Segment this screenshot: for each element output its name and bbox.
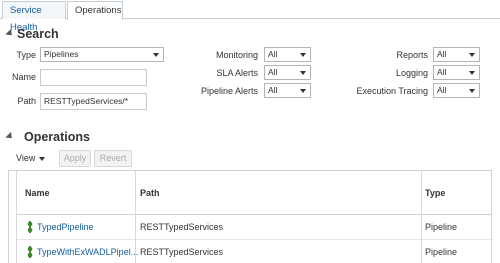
type-label: Type (16, 50, 36, 60)
tab-bar: Service Health Operations (0, 0, 500, 33)
chevron-down-icon (469, 53, 475, 57)
pipeline-icon (27, 246, 33, 258)
pipeline-path: RESTTypedServices (140, 222, 224, 232)
view-menu-label: View (16, 153, 36, 163)
chevron-down-icon (39, 156, 46, 161)
chevron-down-icon (469, 89, 475, 93)
pipeline-alerts-label: Pipeline Alerts (200, 86, 258, 96)
column-header-name[interactable]: Name (25, 188, 50, 198)
sla-alerts-select[interactable]: All (264, 65, 311, 80)
table-row[interactable]: TypeWithExWADLPipel... RESTTypedServices… (9, 240, 491, 263)
column-header-type[interactable]: Type (425, 188, 445, 198)
table-header: Name Path Type (9, 171, 491, 215)
pipeline-name-link[interactable]: TypeWithExWADLPipel... (37, 247, 138, 257)
pipeline-alerts-select-value: All (268, 85, 278, 95)
apply-button[interactable]: Apply (59, 150, 91, 167)
column-header-path[interactable]: Path (140, 188, 160, 198)
operations-table: Name Path Type TypedPipeline RESTTypedSe… (8, 170, 492, 263)
collapse-search-icon[interactable] (5, 28, 15, 39)
pipeline-icon (27, 221, 33, 233)
chevron-down-icon (300, 71, 306, 75)
column-divider (135, 171, 136, 263)
execution-tracing-select[interactable]: All (433, 83, 480, 98)
reports-select[interactable]: All (433, 47, 480, 62)
monitoring-select[interactable]: All (264, 47, 311, 62)
pipeline-type: Pipeline (425, 222, 458, 232)
chevron-down-icon (469, 71, 475, 75)
execution-tracing-select-value: All (437, 85, 447, 95)
pipeline-name-link[interactable]: TypedPipeline (37, 222, 94, 232)
table-row[interactable]: TypedPipeline RESTTypedServices Pipeline (9, 215, 491, 240)
operations-heading: Operations (24, 130, 90, 144)
revert-button[interactable]: Revert (94, 150, 132, 167)
chevron-down-icon (300, 89, 306, 93)
chevron-down-icon (300, 53, 306, 57)
execution-tracing-label: Execution Tracing (356, 86, 428, 96)
name-label: Name (11, 72, 36, 82)
logging-select-value: All (437, 67, 447, 77)
sla-alerts-select-value: All (268, 67, 278, 77)
reports-select-value: All (437, 49, 447, 59)
logging-label: Logging (395, 68, 428, 78)
logging-select[interactable]: All (433, 65, 480, 80)
row-selector-gutter (9, 171, 17, 263)
path-label: Path (17, 96, 36, 106)
tab-service-health[interactable]: Service Health (2, 1, 66, 33)
search-heading: Search (17, 27, 59, 41)
reports-label: Reports (396, 50, 428, 60)
path-input[interactable]: RESTTypedServices/* (40, 93, 147, 110)
pipeline-alerts-select[interactable]: All (264, 83, 311, 98)
sla-alerts-label: SLA Alerts (216, 68, 258, 78)
column-divider (421, 171, 422, 263)
pipeline-type: Pipeline (425, 247, 458, 257)
pipeline-path: RESTTypedServices (140, 247, 224, 257)
collapse-operations-icon[interactable] (5, 131, 15, 142)
view-menu[interactable]: View (16, 153, 46, 163)
type-select[interactable]: Pipelines (40, 47, 164, 62)
type-select-value: Pipelines (44, 49, 79, 59)
chevron-down-icon (153, 53, 159, 57)
name-input[interactable] (40, 69, 147, 86)
monitoring-select-value: All (268, 49, 278, 59)
monitoring-label: Monitoring (215, 50, 258, 60)
tab-operations[interactable]: Operations (67, 1, 123, 20)
